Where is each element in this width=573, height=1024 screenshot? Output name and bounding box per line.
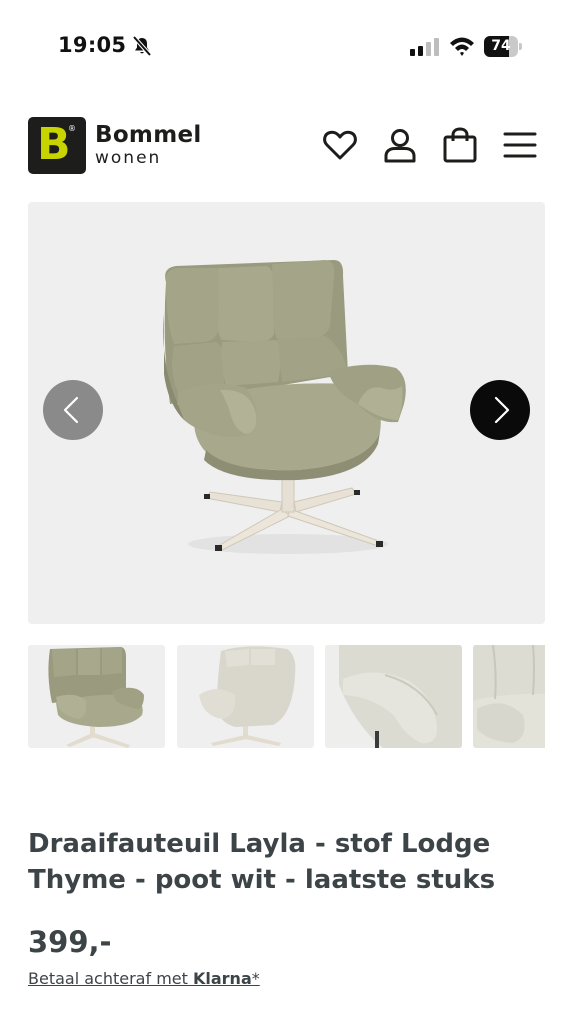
bell-slash-icon bbox=[132, 35, 152, 57]
battery-level: 74 bbox=[491, 38, 511, 54]
klarna-brand: Klarna bbox=[192, 969, 252, 988]
status-time: 19:05 bbox=[58, 33, 127, 57]
thumbnail-image bbox=[199, 646, 296, 746]
chevron-left-icon bbox=[63, 396, 79, 424]
status-bar: 19:05 74 bbox=[0, 0, 573, 92]
thumbnail-seat-detail[interactable] bbox=[473, 645, 545, 748]
cellular-signal-icon bbox=[410, 38, 439, 56]
product-image-gallery[interactable] bbox=[28, 202, 545, 624]
thumbnail-back[interactable] bbox=[177, 645, 314, 748]
thumbnail-front[interactable] bbox=[28, 645, 165, 748]
thumbnail-image bbox=[473, 645, 545, 748]
bommel-logo[interactable]: B ® bbox=[28, 117, 86, 174]
klarna-pay-later-link[interactable]: Betaal achteraf met Klarna* bbox=[28, 969, 260, 988]
product-price: 399,- bbox=[28, 925, 112, 959]
wifi-icon bbox=[450, 37, 474, 56]
klarna-suffix: * bbox=[251, 969, 260, 988]
menu-icon[interactable] bbox=[501, 126, 539, 164]
shopping-bag-icon[interactable] bbox=[441, 126, 479, 164]
product-image-chair bbox=[163, 260, 406, 554]
thumbnail-image bbox=[48, 647, 144, 748]
user-icon[interactable] bbox=[381, 126, 419, 164]
thumbnail-strip[interactable] bbox=[28, 645, 545, 748]
logo-registered-mark: ® bbox=[68, 124, 76, 133]
product-title: Draaifauteuil Layla - stof Lodge Thyme -… bbox=[28, 829, 496, 895]
chevron-right-icon bbox=[494, 396, 510, 424]
gallery-prev-button[interactable] bbox=[43, 380, 103, 440]
thumbnail-arm-detail[interactable] bbox=[325, 645, 462, 748]
thumbnail-image bbox=[325, 645, 462, 748]
heart-icon[interactable] bbox=[321, 126, 359, 164]
brand-name[interactable]: Bommel bbox=[95, 122, 202, 148]
logo-letter: B bbox=[37, 119, 71, 170]
site-header: B ® Bommel wonen bbox=[0, 100, 573, 190]
klarna-prefix: Betaal achteraf met bbox=[28, 969, 193, 988]
battery-icon: 74 bbox=[484, 36, 522, 57]
gallery-next-button[interactable] bbox=[470, 380, 530, 440]
brand-subtitle[interactable]: wonen bbox=[95, 148, 161, 168]
